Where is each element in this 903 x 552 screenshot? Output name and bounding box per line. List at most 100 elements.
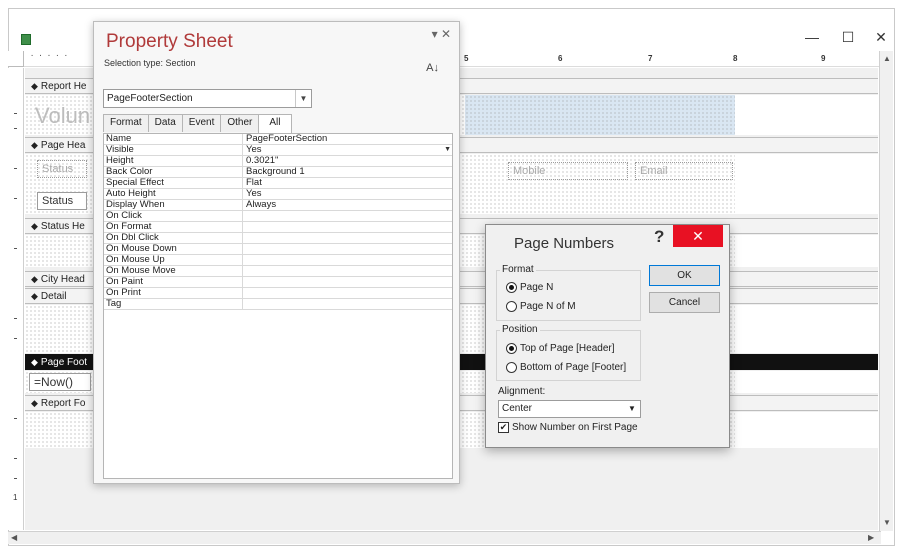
show-first-page-checkbox[interactable]: ✔ Show Number on First Page [498, 422, 638, 433]
property-row[interactable]: Auto Height Yes [104, 189, 452, 200]
scroll-up-icon[interactable]: ▲ [883, 54, 891, 63]
property-row[interactable]: On Mouse Up [104, 255, 452, 266]
close-icon[interactable]: ✕ [673, 225, 723, 247]
ruler-corner[interactable] [8, 51, 24, 67]
property-value[interactable]: Always [243, 200, 452, 210]
maximize-button[interactable]: ☐ [833, 27, 863, 47]
radio[interactable] [506, 362, 517, 373]
property-value[interactable]: Background 1 [243, 167, 452, 177]
radio-selected[interactable] [506, 282, 517, 293]
property-row[interactable]: On Click [104, 211, 452, 222]
format-option-page-n-of-m[interactable]: Page N of M [506, 301, 576, 312]
property-value[interactable]: Yes ▼ [243, 145, 452, 155]
tab-all[interactable]: All [258, 114, 292, 133]
horizontal-scrollbar[interactable]: ◀ ▶ [8, 531, 881, 544]
checkmark-icon[interactable]: ✔ [498, 422, 509, 433]
chevron-down-icon[interactable]: ▼ [444, 145, 451, 155]
radio-selected[interactable] [506, 343, 517, 354]
object-selector-value: PageFooterSection [107, 93, 193, 104]
now-textbox-control[interactable]: =Now() [29, 373, 91, 391]
property-value[interactable]: Yes [243, 189, 452, 199]
status-label-control[interactable]: Status [37, 160, 87, 178]
property-row[interactable]: Display When Always [104, 200, 452, 211]
cancel-button[interactable]: Cancel [649, 292, 720, 313]
status-text-control[interactable]: Status [37, 192, 87, 210]
band-label: Status He [40, 221, 85, 232]
alignment-select[interactable]: Center ▼ [498, 400, 641, 418]
property-tabs: Format Data Event Other All [103, 114, 292, 133]
mobile-label-control[interactable]: Mobile [508, 162, 628, 180]
property-row[interactable]: On Mouse Down [104, 244, 452, 255]
help-icon[interactable]: ? [654, 227, 664, 247]
position-option-bottom[interactable]: Bottom of Page [Footer] [506, 362, 626, 373]
property-row[interactable]: On Mouse Move [104, 266, 452, 277]
property-row[interactable]: Height 0.3021" [104, 156, 452, 167]
property-name: Visible [104, 145, 243, 155]
option-label: Top of Page [Header] [520, 343, 615, 354]
tab-data[interactable]: Data [147, 114, 183, 132]
property-row[interactable]: Special Effect Flat [104, 178, 452, 189]
property-value-text: 0.3021" [246, 156, 279, 166]
close-window-button[interactable]: ✕ [866, 27, 894, 47]
radio[interactable] [506, 301, 517, 312]
property-value-text: Yes [246, 189, 262, 199]
band-arrow-icon: ◆ [31, 357, 38, 367]
band-label: Page Hea [40, 140, 86, 151]
band-label: City Head [40, 274, 85, 285]
tab-event[interactable]: Event [181, 114, 222, 132]
property-row[interactable]: Name PageFooterSection [104, 134, 452, 145]
property-value-text: Flat [246, 178, 262, 188]
property-row[interactable]: On Dbl Click [104, 233, 452, 244]
tab-format[interactable]: Format [103, 114, 149, 132]
vertical-scrollbar[interactable]: ▲ ▼ [879, 51, 893, 531]
checkbox-label: Show Number on First Page [512, 422, 638, 433]
ok-button[interactable]: OK [649, 265, 720, 286]
property-value[interactable]: PageFooterSection [243, 134, 452, 144]
sort-icon[interactable]: A↓ [426, 62, 439, 74]
scroll-left-icon[interactable]: ◀ [11, 533, 17, 542]
option-label: Bottom of Page [Footer] [520, 362, 627, 373]
property-value[interactable]: Flat [243, 178, 452, 188]
property-value[interactable] [243, 255, 452, 265]
ruler-tick [14, 248, 17, 249]
pane-close-icon[interactable]: ✕ [441, 27, 451, 41]
property-value[interactable]: 0.3021" [243, 156, 452, 166]
property-value[interactable] [243, 299, 452, 309]
pane-menu-icon[interactable]: ▾ [432, 27, 438, 41]
scroll-right-icon[interactable]: ▶ [868, 533, 874, 542]
property-name: On Mouse Move [104, 266, 243, 276]
scroll-down-icon[interactable]: ▼ [883, 518, 891, 527]
chevron-down-icon[interactable]: ▼ [295, 90, 311, 107]
selection-type-label: Selection type: Section [104, 58, 196, 68]
property-row[interactable]: Visible Yes ▼ [104, 145, 452, 156]
property-row[interactable]: Back Color Background 1 [104, 167, 452, 178]
property-row[interactable]: On Print [104, 288, 452, 299]
property-value[interactable] [243, 244, 452, 254]
alignment-label: Alignment: [498, 386, 546, 397]
chevron-down-icon[interactable]: ▼ [624, 401, 640, 417]
property-value[interactable] [243, 288, 452, 298]
report-title-control[interactable]: Volun [35, 103, 90, 129]
property-name: Tag [104, 299, 243, 309]
tab-other[interactable]: Other [220, 114, 260, 132]
object-selector[interactable]: PageFooterSection ▼ [103, 89, 312, 108]
email-label-control[interactable]: Email [635, 162, 733, 180]
property-value[interactable] [243, 277, 452, 287]
ruler-tick [14, 128, 17, 129]
property-row[interactable]: On Format [104, 222, 452, 233]
position-option-top[interactable]: Top of Page [Header] [506, 343, 615, 354]
property-row[interactable]: Tag [104, 299, 452, 310]
ruler-tick [14, 458, 17, 459]
minimize-button[interactable]: — [797, 27, 827, 47]
page-numbers-dialog: Page Numbers ? ✕ Format Page N Page N of… [485, 224, 730, 448]
property-name: Height [104, 156, 243, 166]
property-value[interactable] [243, 233, 452, 243]
property-value[interactable] [243, 222, 452, 232]
property-value[interactable] [243, 211, 452, 221]
selected-grid-area [465, 95, 735, 135]
property-value[interactable] [243, 266, 452, 276]
format-option-page-n[interactable]: Page N [506, 282, 553, 293]
position-group [496, 330, 641, 381]
property-row[interactable]: On Paint [104, 277, 452, 288]
ruler-tick [14, 418, 17, 419]
